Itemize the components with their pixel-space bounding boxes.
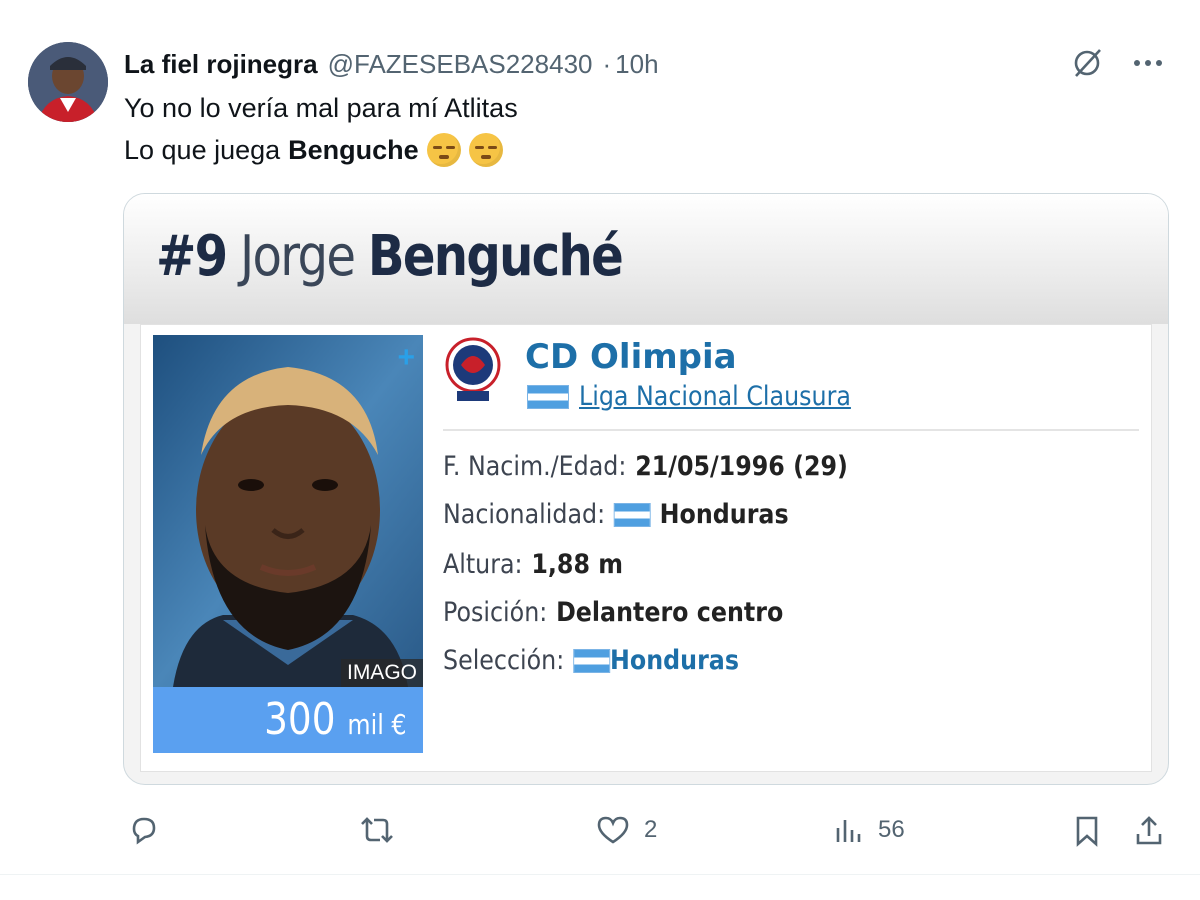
share-button[interactable]: [1134, 814, 1164, 848]
info-row-national-team: Selección: Honduras: [443, 645, 739, 676]
more-icon[interactable]: [1132, 58, 1164, 68]
retweet-button[interactable]: [358, 814, 410, 846]
reply-button[interactable]: [128, 814, 174, 846]
share-icon: [1136, 816, 1162, 845]
info-value: Honduras: [659, 499, 789, 530]
tweet-top-actions: [1070, 46, 1164, 80]
pensive-face-emoji: [426, 133, 461, 167]
tweet-divider: [0, 874, 1200, 875]
info-label: Nacionalidad:: [443, 499, 606, 530]
reply-icon: [132, 817, 156, 845]
grok-icon[interactable]: [1070, 46, 1104, 80]
player-first-name: Jorge: [240, 224, 356, 289]
info-row-nationality: Nacionalidad: Honduras: [443, 499, 789, 530]
info-label: Altura:: [443, 549, 523, 580]
info-label: Posición:: [443, 597, 548, 628]
info-row-position: Posición: Delantero centro: [443, 597, 783, 628]
tweet-action-bar: 2 56: [0, 808, 1200, 854]
display-name[interactable]: La fiel rojinegra: [124, 49, 318, 80]
info-value: 21/05/1996 (29): [635, 451, 848, 482]
like-button[interactable]: 2: [596, 814, 657, 846]
market-value-number: 300: [264, 694, 336, 745]
card-body: + IMAGO 300 mil € CD Olimpia Liga Nacion…: [140, 324, 1152, 772]
like-count: 2: [644, 816, 658, 843]
tweet-text-line-2: Lo que juega Benguche: [124, 132, 503, 168]
info-value: Delantero centro: [556, 597, 784, 628]
honduras-flag-icon: [573, 648, 611, 673]
player-last-name: Benguché: [367, 224, 624, 289]
tweet-time[interactable]: 10h: [615, 49, 658, 80]
info-label: F. Nacim./Edad:: [443, 451, 627, 482]
meta-separator: ·: [602, 48, 612, 79]
views-icon: [836, 820, 861, 842]
tweet-header: La fiel rojinegra @FAZESEBAS228430 · 10h: [124, 44, 659, 84]
market-value-box: 300 mil €: [153, 687, 423, 753]
retweet-icon: [361, 817, 393, 843]
market-value: 300 mil €: [265, 687, 407, 758]
card-divider: [443, 429, 1139, 431]
pensive-face-emoji: [468, 133, 503, 167]
tweet-text-bold-name: Benguche: [288, 135, 419, 165]
info-value: 1,88 m: [531, 549, 624, 580]
league-link[interactable]: Liga Nacional Clausura: [579, 381, 851, 412]
market-value-unit: mil €: [347, 708, 407, 741]
tweet-text-prefix: Lo que juega: [124, 135, 281, 165]
info-label: Selección:: [443, 645, 565, 676]
player-photo: + IMAGO: [153, 335, 423, 687]
info-row-height: Altura: 1,88 m: [443, 549, 623, 580]
user-handle[interactable]: @FAZESEBAS228430: [328, 49, 593, 80]
heart-icon: [597, 816, 629, 844]
club-crest-icon: [443, 335, 503, 405]
card-header: #9 Jorge Benguché: [124, 194, 1168, 324]
national-team-link[interactable]: Honduras: [610, 645, 739, 676]
photo-credit: IMAGO: [340, 659, 423, 687]
player-card-image[interactable]: #9 Jorge Benguché + IMAGO 300 mil € CD O…: [123, 193, 1169, 785]
player-title: #9 Jorge Benguché: [156, 224, 624, 289]
club-name[interactable]: CD Olimpia: [525, 337, 737, 377]
tweet-text-line-1: Yo no lo vería mal para mí Atlitas: [124, 93, 518, 123]
info-row-birth: F. Nacim./Edad: 21/05/1996 (29): [443, 451, 848, 482]
views-button[interactable]: 56: [834, 814, 905, 846]
honduras-flag-icon: [613, 502, 651, 527]
add-icon[interactable]: +: [397, 341, 415, 375]
player-number: #9: [156, 224, 228, 289]
bookmark-button[interactable]: [1072, 814, 1102, 848]
views-count: 56: [878, 816, 905, 843]
avatar[interactable]: [28, 42, 108, 122]
league-row: Liga Nacional Clausura: [527, 381, 888, 412]
bookmark-icon: [1076, 816, 1098, 847]
honduras-flag-icon: [527, 384, 569, 409]
